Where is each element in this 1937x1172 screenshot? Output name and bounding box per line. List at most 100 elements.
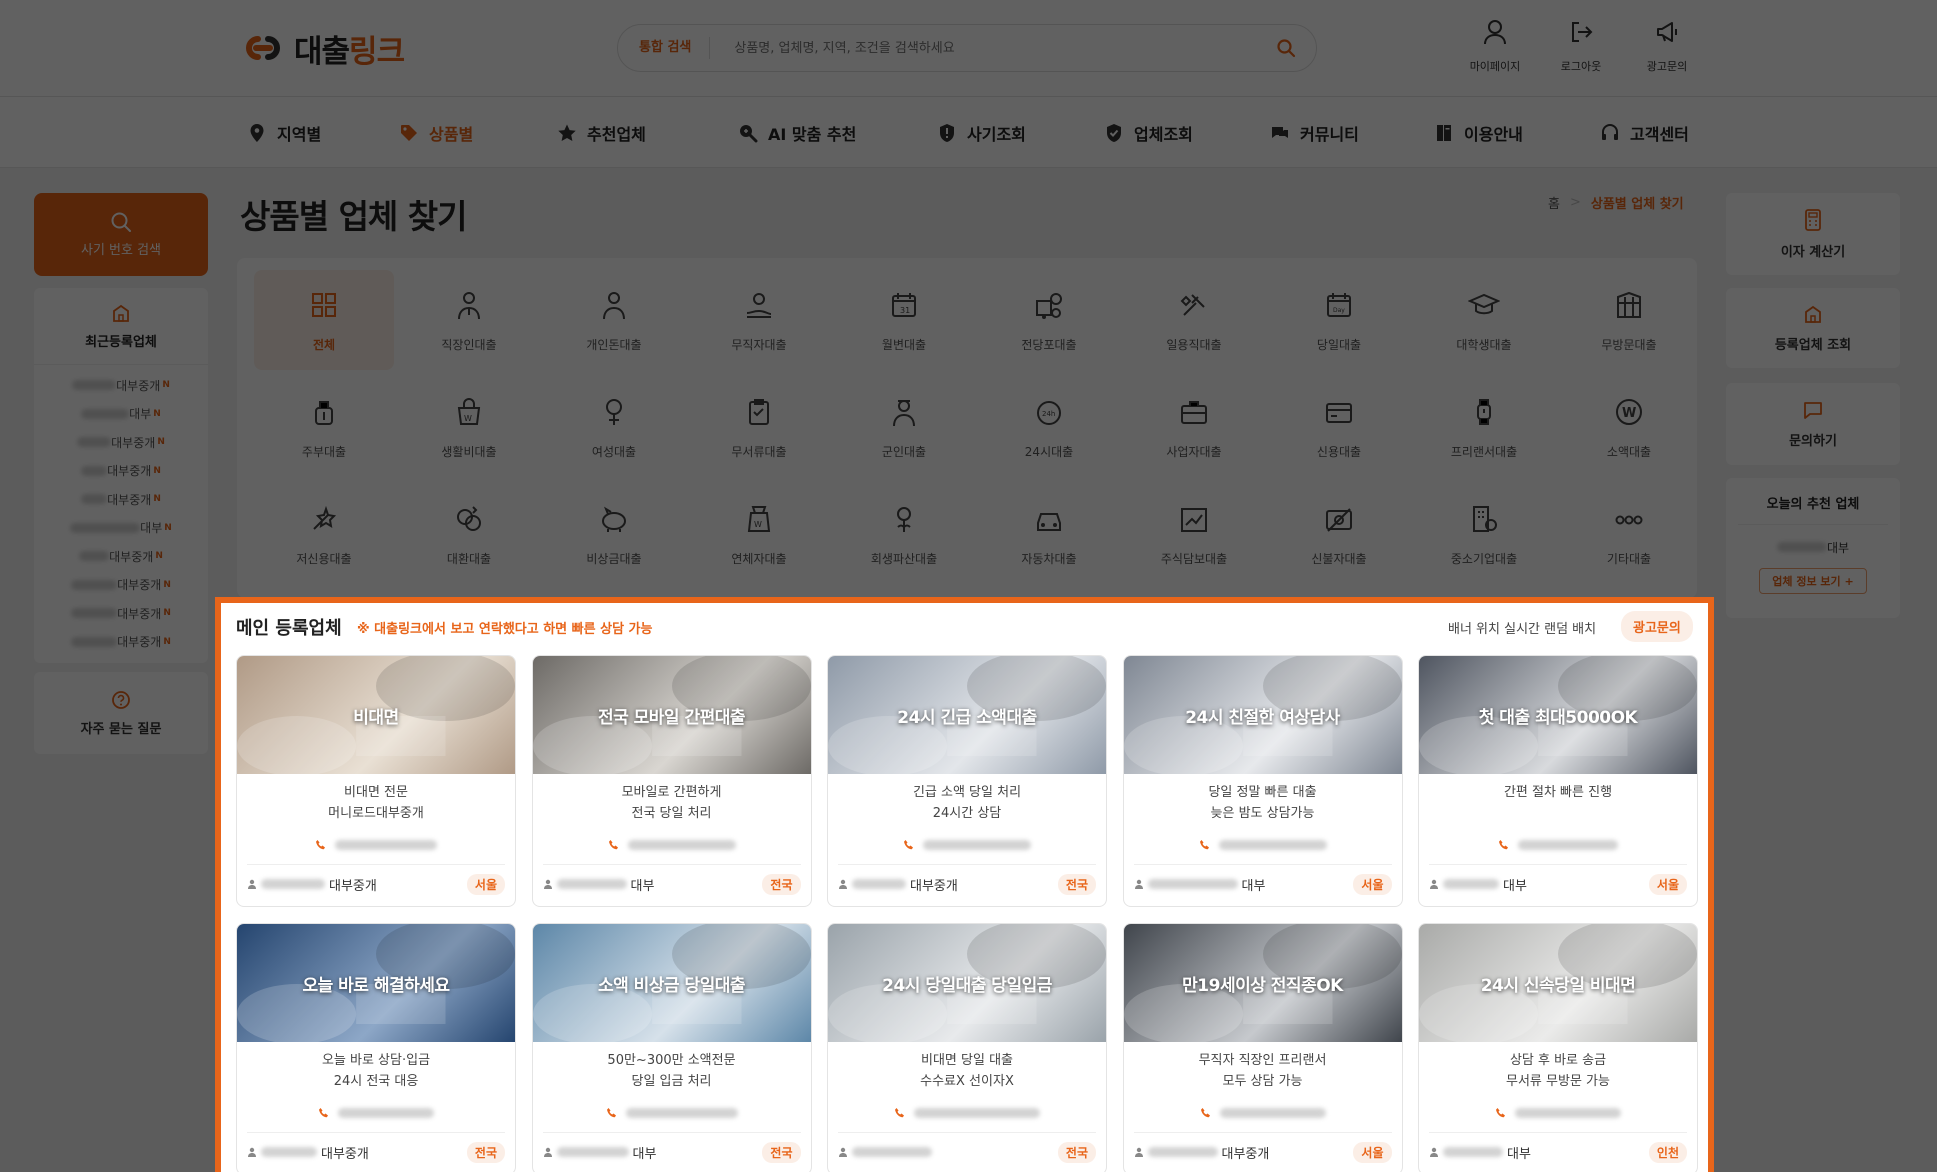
category-item[interactable]: 개인돈대출 [544,270,684,370]
category-item[interactable]: 여성대출 [544,377,684,477]
site-logo[interactable]: 대출링크 [238,28,405,70]
card-phone[interactable] [237,838,515,852]
search-input[interactable] [734,40,1266,56]
recent-company-item[interactable]: 대부중개 N [34,542,208,571]
nav-lookup[interactable]: 업체조회 [1104,97,1193,168]
person-icon [839,879,847,889]
card-banner-image: 오늘 바로 해결하세요 [237,924,515,1042]
featured-card[interactable]: 비대면 비대면 전문 머니로드대부중개 대부중개 서울 [236,655,516,907]
category-item[interactable]: 신용대출 [1269,377,1409,477]
today-recommended-company[interactable]: 대부 [1776,539,1849,556]
category-item[interactable]: 기타대출 [1559,484,1699,584]
category-item[interactable]: 주식담보대출 [1124,484,1264,584]
nav-support[interactable]: 고객센터 [1600,97,1689,168]
category-item[interactable]: 신불자대출 [1269,484,1409,584]
interest-calculator-button[interactable]: 이자 계산기 [1726,193,1900,275]
logout-button[interactable]: 로그아웃 [1538,18,1624,82]
category-item[interactable]: 사업자대출 [1124,377,1264,477]
company-info-button[interactable]: 업체 정보 보기 + [1759,568,1867,594]
featured-card[interactable]: 24시 친절한 여상담사 당일 정말 빠른 대출 늦은 밤도 상담가능 대부 서울 [1122,655,1403,907]
category-item[interactable]: 군인대출 [834,377,974,477]
nav-recommended[interactable]: 추천업체 [557,97,646,168]
nav-region[interactable]: 지역별 [247,97,321,168]
recent-company-item[interactable]: 대부중개 N [34,628,208,657]
category-item[interactable]: 자동차대출 [979,484,1119,584]
card-phone[interactable] [828,1106,1106,1120]
featured-card[interactable]: 첫 대출 최대5000OK 간편 절차 빠른 진행 대부 서울 [1418,655,1698,907]
breadcrumb-home[interactable]: 홈 [1548,193,1560,212]
category-item[interactable]: 전체 [254,270,394,370]
nav-product[interactable]: 상품별 [399,97,473,168]
category-item[interactable]: 일용직대출 [1124,270,1264,370]
card-company-name: 대부 [1507,1146,1531,1162]
nav-ai[interactable]: AI 맞춤 추천 [738,97,856,168]
featured-card[interactable]: 소액 비상금 당일대출 50만~300만 소액전문 당일 입금 처리 대부 전국 [531,923,812,1172]
category-item[interactable]: 비상금대출 [544,484,684,584]
card-phone[interactable] [1419,838,1697,852]
featured-card[interactable]: 전국 모바일 간편대출 모바일로 간편하게 전국 당일 처리 대부 전국 [531,655,812,907]
category-item[interactable]: 무서류대출 [689,377,829,477]
nav-guide[interactable]: 이용안내 [1434,97,1523,168]
card-footer: 전국 [828,1133,1106,1171]
category-label: 자동차대출 [1021,551,1077,566]
fraud-number-search-button[interactable]: 사기 번호 검색 [34,193,208,276]
category-item[interactable]: 무방문대출 [1559,270,1699,370]
star-wand-icon [313,505,337,530]
featured-card[interactable]: 오늘 바로 해결하세요 오늘 바로 상담·입금 24시 전국 대응 대부중개 전국 [236,923,516,1172]
nav-fraud-label: 사기조회 [967,124,1026,144]
building-icon [1805,305,1821,323]
nav-community[interactable]: 커뮤니티 [1270,97,1359,168]
calendar-day-icon: Day [1327,292,1351,317]
recent-company-item[interactable]: 대부중개 N [34,457,208,486]
category-item[interactable]: 회생파산대출 [834,484,974,584]
nav-fraud[interactable]: 사기조회 [937,97,1026,168]
category-item[interactable]: 프리랜서대출 [1414,377,1554,477]
category-item[interactable]: 대학생대출 [1414,270,1554,370]
category-item[interactable]: 전당포대출 [979,270,1119,370]
featured-card[interactable]: 24시 신속당일 비대면 상담 후 바로 송금 무서류 무방문 가능 대부 인천 [1418,923,1698,1172]
person-icon [248,1147,256,1157]
recent-company-item[interactable]: 대부 N [34,400,208,429]
card-phone[interactable] [1124,838,1402,852]
category-item[interactable]: 대환대출 [399,484,539,584]
ad-inquiry-pill-button[interactable]: 광고문의 [1621,611,1693,642]
category-item[interactable]: W 생활비대출 [399,377,539,477]
category-item[interactable]: W 연체자대출 [689,484,829,584]
featured-card[interactable]: 24시 당일대출 당일입금 비대면 당일 대출 수수료X 선이자X 전국 [827,923,1107,1172]
category-item[interactable]: 무직자대출 [689,270,829,370]
mypage-button[interactable]: 마이페이지 [1452,18,1538,82]
recent-company-item[interactable]: 대부중개 N [34,599,208,628]
featured-card[interactable]: 24시 긴급 소액대출 긴급 소액 당일 처리 24시간 상담 대부중개 전국 [827,655,1107,907]
ad-inquiry-button[interactable]: 광고문의 [1624,18,1710,82]
piggy-bank-icon [602,506,626,532]
category-item[interactable]: Day 당일대출 [1269,270,1409,370]
search-scope-label[interactable]: 통합 검색 [618,37,711,59]
contact-button[interactable]: 문의하기 [1726,383,1900,465]
category-item[interactable]: 24h 24시대출 [979,377,1119,477]
search-button[interactable] [1266,28,1306,68]
category-item[interactable]: 중소기업대출 [1414,484,1554,584]
category-item[interactable]: W 소액대출 [1559,377,1699,477]
recent-company-item[interactable]: 대부중개 N [34,571,208,600]
clipboard-icon [749,398,769,425]
recent-company-item[interactable]: 대부 N [34,514,208,543]
card-phone[interactable] [237,1106,515,1120]
category-item[interactable]: 저신용대출 [254,484,394,584]
card-phone[interactable] [1124,1106,1402,1120]
recent-company-item[interactable]: 대부중개 N [34,371,208,400]
featured-card[interactable]: 만19세이상 전직종OK 무직자 직장인 프리랜서 모두 상담 가능 대부중개 서울 [1122,923,1403,1172]
category-label: 주식담보대출 [1160,551,1228,566]
card-phone[interactable] [1419,1106,1697,1120]
registered-company-lookup-button[interactable]: 등록업체 조회 [1726,288,1900,368]
card-phone[interactable] [533,1106,811,1120]
category-item[interactable]: 31 월변대출 [834,270,974,370]
recent-company-item[interactable]: 대부중개 N [34,428,208,457]
card-phone[interactable] [533,838,811,852]
category-item[interactable]: 직장인대출 [399,270,539,370]
recent-company-item[interactable]: 대부중개 N [34,485,208,514]
card-phone[interactable] [828,838,1106,852]
card-company [838,1147,936,1157]
category-item[interactable]: 주부대출 [254,377,394,477]
faq-button[interactable]: 자주 묻는 질문 [34,672,208,754]
recent-companies-panel: 최근등록업체 대부중개 N 대부 N 대부중개 N 대부중개 N 대부중개 N 대부 N 대… [34,288,208,663]
